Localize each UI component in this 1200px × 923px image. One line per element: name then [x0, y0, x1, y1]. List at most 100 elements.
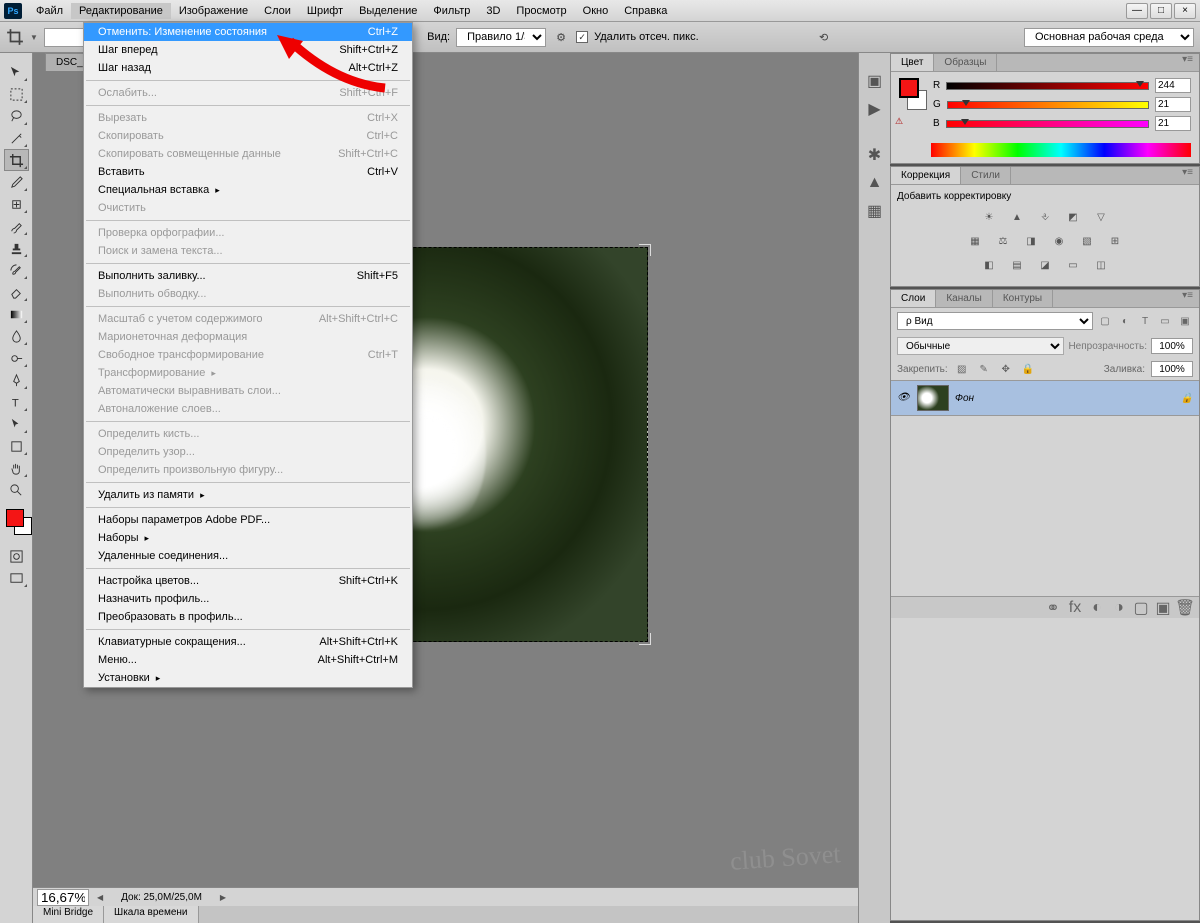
menu-item[interactable]: Отменить: Изменение состоянияCtrl+Z — [84, 23, 412, 41]
r-input[interactable] — [1155, 78, 1191, 93]
filter-image-icon[interactable]: ▢ — [1097, 313, 1113, 329]
fill-input[interactable] — [1151, 361, 1193, 377]
gear-icon[interactable]: ⚙ — [552, 28, 570, 46]
move-tool[interactable] — [4, 61, 29, 83]
tab-timeline[interactable]: Шкала времени — [104, 906, 198, 923]
menu-3d[interactable]: 3D — [478, 3, 508, 19]
lock-transparent-icon[interactable]: ▨ — [954, 361, 970, 377]
menu-item[interactable]: Меню...Alt+Shift+Ctrl+M — [84, 651, 412, 669]
panel-menu-icon[interactable]: ▾≡ — [1176, 167, 1199, 184]
brush-panel-icon[interactable]: ✱ — [863, 143, 887, 167]
selective-icon[interactable]: ◫ — [1092, 256, 1110, 274]
curves-icon[interactable]: ⎀ — [1036, 208, 1054, 226]
shape-tool[interactable] — [4, 435, 29, 457]
layer-filter-select[interactable]: ρ Вид — [897, 312, 1093, 330]
g-slider[interactable] — [947, 101, 1149, 109]
exposure-icon[interactable]: ◩ — [1064, 208, 1082, 226]
brightness-icon[interactable]: ☀ — [980, 208, 998, 226]
panel-menu-icon[interactable]: ▾≡ — [1176, 290, 1199, 307]
levels-icon[interactable]: ▲ — [1008, 208, 1026, 226]
type-tool[interactable]: T — [4, 391, 29, 413]
hand-tool[interactable] — [4, 457, 29, 479]
balance-icon[interactable]: ⚖ — [994, 232, 1012, 250]
b-input[interactable] — [1155, 116, 1191, 131]
lock-icon[interactable]: 🔒 — [1181, 393, 1193, 404]
layer-fx-icon[interactable]: fx — [1067, 600, 1083, 616]
menu-item[interactable]: Удалить из памяти — [84, 486, 412, 504]
g-input[interactable] — [1155, 97, 1191, 112]
view-select[interactable]: Правило 1/3 — [456, 28, 546, 47]
tab-paths[interactable]: Контуры — [993, 290, 1053, 307]
menu-item[interactable]: Шаг назадAlt+Ctrl+Z — [84, 59, 412, 77]
filter-type-icon[interactable]: T — [1137, 313, 1153, 329]
menu-window[interactable]: Окно — [575, 3, 617, 19]
eyedropper-tool[interactable] — [4, 171, 29, 193]
opacity-input[interactable] — [1151, 338, 1193, 354]
threshold-icon[interactable]: ◪ — [1036, 256, 1054, 274]
menu-item[interactable]: Наборы — [84, 529, 412, 547]
eraser-tool[interactable] — [4, 281, 29, 303]
menu-item[interactable]: ВставитьCtrl+V — [84, 163, 412, 181]
menu-filter[interactable]: Фильтр — [425, 3, 478, 19]
panel-menu-icon[interactable]: ▾≡ — [1176, 54, 1199, 71]
menu-file[interactable]: Файл — [28, 3, 71, 19]
menu-item[interactable]: Установки — [84, 669, 412, 687]
layer-mask-icon[interactable]: ◐ — [1089, 600, 1105, 616]
vibrance-icon[interactable]: ▽ — [1092, 208, 1110, 226]
crop-handle-br[interactable] — [639, 633, 651, 645]
tab-adjustments[interactable]: Коррекция — [891, 167, 961, 184]
tab-styles[interactable]: Стили — [961, 167, 1011, 184]
posterize-icon[interactable]: ▤ — [1008, 256, 1026, 274]
chevron-left-icon[interactable]: ◀ — [97, 893, 103, 902]
path-select-tool[interactable] — [4, 413, 29, 435]
link-layers-icon[interactable]: ⚭ — [1045, 600, 1061, 616]
menu-item[interactable]: Назначить профиль... — [84, 590, 412, 608]
tab-color[interactable]: Цвет — [891, 54, 934, 71]
stamp-tool[interactable] — [4, 237, 29, 259]
quickmask-toggle[interactable] — [4, 545, 29, 567]
gamut-warning-icon[interactable]: ⚠ — [895, 116, 903, 127]
actions-panel-icon[interactable]: ▶ — [863, 97, 887, 121]
lock-paint-icon[interactable]: ✎ — [976, 361, 992, 377]
tab-swatches[interactable]: Образцы — [934, 54, 997, 71]
menu-item[interactable]: Специальная вставка — [84, 181, 412, 199]
tab-minibridge[interactable]: Mini Bridge — [33, 906, 104, 923]
zoom-tool[interactable] — [4, 479, 29, 501]
menu-layers[interactable]: Слои — [256, 3, 299, 19]
visibility-icon[interactable]: 👁 — [897, 392, 911, 404]
panel-fg-swatch[interactable] — [899, 78, 919, 98]
spectrum-bar[interactable] — [931, 143, 1191, 157]
new-adjustment-icon[interactable]: ◑ — [1111, 600, 1127, 616]
new-layer-icon[interactable]: ▣ — [1155, 600, 1171, 616]
menu-item[interactable]: Настройка цветов...Shift+Ctrl+K — [84, 572, 412, 590]
menu-item[interactable]: Удаленные соединения... — [84, 547, 412, 565]
delete-crop-checkbox[interactable]: ✓ — [576, 31, 588, 43]
filter-smart-icon[interactable]: ▣ — [1177, 313, 1193, 329]
filter-shape-icon[interactable]: ▭ — [1157, 313, 1173, 329]
zoom-input[interactable] — [37, 889, 89, 906]
menu-item[interactable]: Преобразовать в профиль... — [84, 608, 412, 626]
lock-all-icon[interactable]: 🔒 — [1020, 361, 1036, 377]
filter-adjust-icon[interactable]: ◐ — [1117, 313, 1133, 329]
minimize-button[interactable]: — — [1126, 3, 1148, 19]
invert-icon[interactable]: ◧ — [980, 256, 998, 274]
screenmode-toggle[interactable] — [4, 567, 29, 589]
menu-item[interactable]: Клавиатурные сокращения...Alt+Shift+Ctrl… — [84, 633, 412, 651]
chevron-down-icon[interactable]: ▼ — [30, 33, 38, 42]
dodge-tool[interactable] — [4, 347, 29, 369]
lock-move-icon[interactable]: ✥ — [998, 361, 1014, 377]
lasso-tool[interactable] — [4, 105, 29, 127]
crop-tool[interactable] — [4, 149, 29, 171]
menu-item[interactable]: Наборы параметров Adobe PDF... — [84, 511, 412, 529]
menu-view[interactable]: Просмотр — [508, 3, 574, 19]
photo-filter-icon[interactable]: ◉ — [1050, 232, 1068, 250]
heal-tool[interactable] — [4, 193, 29, 215]
histogram-panel-icon[interactable]: ▲ — [863, 171, 887, 195]
b-slider[interactable] — [946, 120, 1149, 128]
reset-icon[interactable]: ⟲ — [815, 28, 833, 46]
delete-layer-icon[interactable]: 🗑 — [1177, 600, 1193, 616]
history-brush-tool[interactable] — [4, 259, 29, 281]
bw-icon[interactable]: ◨ — [1022, 232, 1040, 250]
crop-handle-tr[interactable] — [639, 244, 651, 256]
workspace-select[interactable]: Основная рабочая среда — [1024, 28, 1194, 47]
